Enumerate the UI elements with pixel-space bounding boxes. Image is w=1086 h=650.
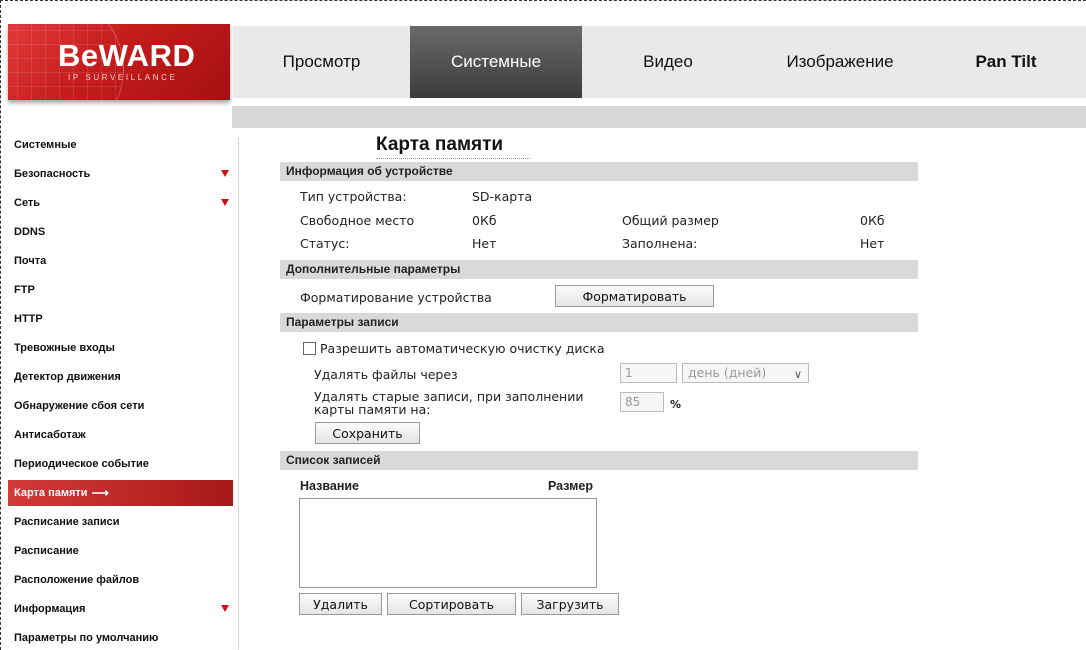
sidebar-item-schedule[interactable]: Расписание (8, 536, 233, 565)
delete-old-input[interactable]: 85 (620, 392, 664, 412)
sidebar-item-label: DDNS (14, 225, 46, 238)
sidebar: Системные Безопасность Сеть DDNS Почта F… (8, 130, 233, 650)
frame-top-border (0, 0, 1086, 1)
percent-unit: % (670, 398, 682, 411)
delete-old-label-line2: карты памяти на: (314, 402, 431, 417)
status-value: Нет (472, 236, 497, 251)
sidebar-item-label: Информация (14, 602, 86, 615)
chevron-down-icon: ∨ (793, 368, 802, 381)
sidebar-item-network-failure[interactable]: Обнаружение сбоя сети (8, 391, 233, 420)
sidebar-item-ftp[interactable]: FTP (8, 275, 233, 304)
sidebar-item-label: Системные (14, 138, 77, 151)
sidebar-item-label: Антисаботаж (14, 428, 86, 441)
tab-image[interactable]: Изображение (754, 26, 926, 98)
sidebar-item-alarm-inputs[interactable]: Тревожные входы (8, 333, 233, 362)
sidebar-item-periodic-event[interactable]: Периодическое событие (8, 449, 233, 478)
arrow-right-icon: ⟶ (91, 486, 109, 500)
delete-button[interactable]: Удалить (299, 593, 382, 615)
delete-after-label: Удалять файлы через (314, 367, 458, 382)
sidebar-item-information[interactable]: Информация (8, 594, 233, 623)
sidebar-item-label: HTTP (14, 312, 43, 325)
sidebar-item-tamper[interactable]: Антисаботаж (8, 420, 233, 449)
brand-tagline: IP SURVEILLANCE (68, 73, 178, 82)
total-size-value: 0Кб (860, 213, 885, 228)
sidebar-item-http[interactable]: HTTP (8, 304, 233, 333)
sidebar-item-system[interactable]: Системные (8, 130, 233, 159)
format-label: Форматирование устройства (300, 290, 492, 305)
sidebar-item-memory-card[interactable]: Карта памяти ⟶ (8, 480, 233, 506)
brand-name: BeWARD (58, 38, 196, 73)
sort-button[interactable]: Сортировать (387, 593, 516, 615)
device-type-value: SD-карта (472, 189, 533, 204)
sidebar-item-label: Карта памяти (14, 487, 88, 499)
sidebar-item-label: Расписание (14, 544, 79, 557)
caret-down-icon (221, 605, 229, 612)
page-title: Карта памяти (376, 134, 530, 159)
select-value: день (дней) (688, 365, 767, 380)
delete-after-input[interactable]: 1 (620, 363, 677, 383)
section-header-extra: Дополнительные параметры (280, 260, 918, 279)
sidebar-item-network[interactable]: Сеть (8, 188, 233, 217)
header: BeWARD IP SURVEILLANCE Просмотр Системны… (8, 24, 1086, 106)
section-header-records-list: Список записей (280, 451, 918, 470)
sidebar-item-motion-detector[interactable]: Детектор движения (8, 362, 233, 391)
status-label: Статус: (300, 236, 350, 251)
sidebar-item-label: Расположение файлов (14, 573, 140, 586)
full-value: Нет (860, 236, 885, 251)
tab-pan-tilt[interactable]: Pan Tilt (926, 26, 1086, 98)
sidebar-item-label: Сеть (14, 196, 41, 209)
column-header-name: Название (300, 479, 360, 493)
sidebar-item-label: Параметры по умолчанию (14, 631, 159, 644)
auto-clean-checkbox[interactable] (303, 342, 316, 355)
records-listbox[interactable] (299, 498, 597, 588)
caret-down-icon (221, 170, 229, 177)
sidebar-item-label: Расписание записи (14, 515, 120, 528)
sidebar-divider (238, 138, 239, 650)
sidebar-item-label: Обнаружение сбоя сети (14, 399, 145, 412)
sidebar-item-security[interactable]: Безопасность (8, 159, 233, 188)
brand-logo[interactable]: BeWARD IP SURVEILLANCE (8, 24, 230, 100)
tab-video[interactable]: Видео (582, 26, 754, 98)
sidebar-item-label: Почта (14, 254, 47, 267)
sidebar-item-mail[interactable]: Почта (8, 246, 233, 275)
column-header-size: Размер (548, 479, 594, 493)
device-type-label: Тип устройства: (300, 189, 407, 204)
sidebar-item-file-location[interactable]: Расположение файлов (8, 565, 233, 594)
top-navigation: Просмотр Системные Видео Изображение Pan… (233, 26, 1086, 98)
frame-left-border (0, 0, 1, 650)
download-button[interactable]: Загрузить (521, 593, 619, 615)
sidebar-item-defaults[interactable]: Параметры по умолчанию (8, 623, 233, 650)
total-size-label: Общий размер (622, 213, 719, 228)
tab-system[interactable]: Системные (410, 26, 582, 98)
sidebar-item-ddns[interactable]: DDNS (8, 217, 233, 246)
free-space-value: 0Кб (472, 213, 497, 228)
sidebar-item-label: Безопасность (14, 167, 91, 180)
caret-down-icon (221, 199, 229, 206)
auto-clean-label: Разрешить автоматическую очистку диска (320, 341, 605, 356)
tab-view[interactable]: Просмотр (233, 26, 410, 98)
sidebar-item-record-schedule[interactable]: Расписание записи (8, 507, 233, 536)
sidebar-item-label: FTP (14, 283, 35, 296)
section-header-device-info: Информация об устройстве (280, 162, 918, 181)
save-button[interactable]: Сохранить (315, 422, 420, 444)
full-label: Заполнена: (622, 236, 698, 251)
delete-after-unit-select[interactable]: день (дней) ∨ (682, 363, 809, 383)
sub-navigation-bar (232, 106, 1086, 128)
sidebar-item-label: Периодическое событие (14, 457, 149, 470)
section-header-record: Параметры записи (280, 313, 918, 332)
sidebar-item-label: Тревожные входы (14, 341, 115, 354)
free-space-label: Свободное место (300, 213, 415, 228)
format-button[interactable]: Форматировать (555, 285, 714, 307)
sidebar-item-label: Детектор движения (14, 370, 121, 383)
